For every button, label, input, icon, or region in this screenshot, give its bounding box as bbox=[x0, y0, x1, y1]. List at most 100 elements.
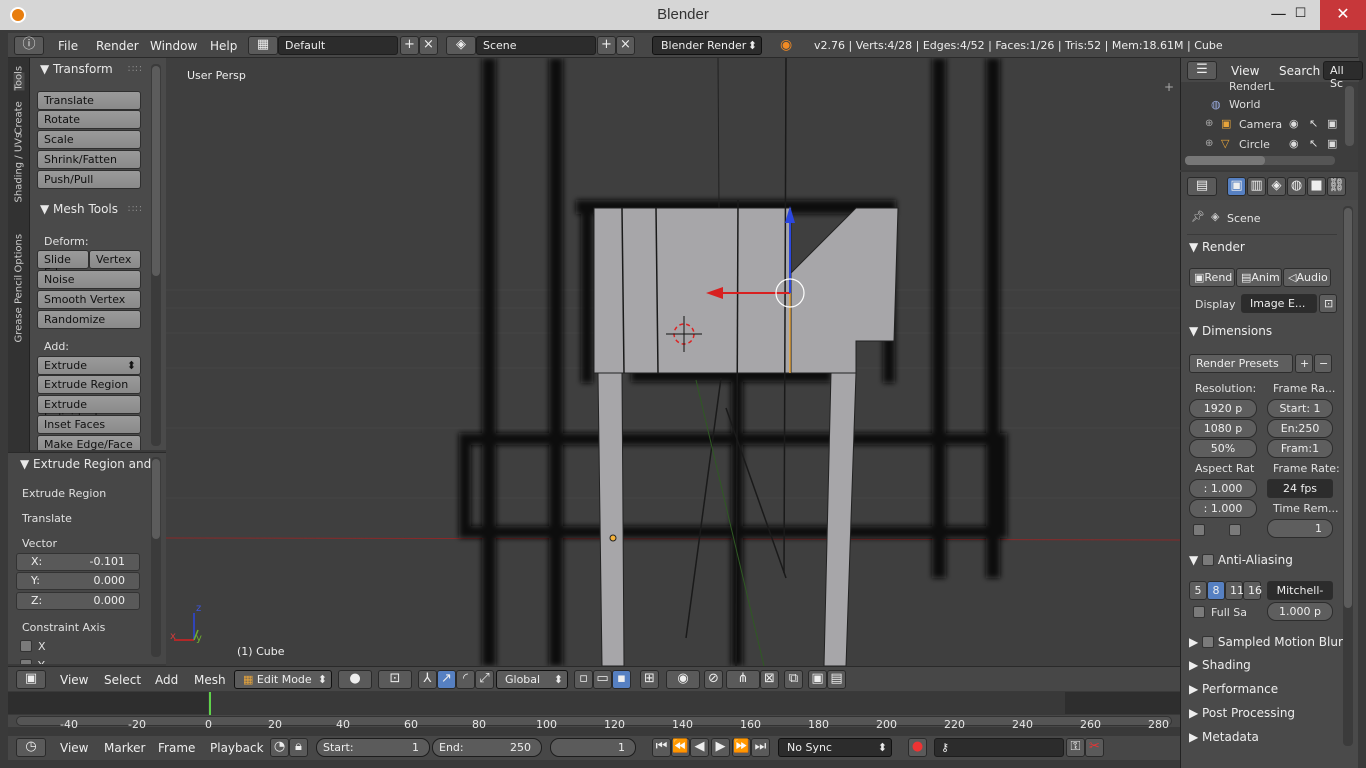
lock-interface-icon[interactable]: ⊡ bbox=[1319, 294, 1337, 313]
constraint-y-checkbox[interactable] bbox=[20, 659, 32, 664]
3d-viewport[interactable]: User Persp (1) Cube z x y + bbox=[166, 58, 1180, 666]
mesh-tools-panel-header[interactable]: ▼ Mesh Tools bbox=[40, 202, 118, 216]
menu-view[interactable]: View bbox=[60, 741, 88, 755]
limit-selection-icon[interactable]: ⊞ bbox=[640, 670, 659, 689]
menu-search[interactable]: Search bbox=[1279, 64, 1320, 78]
snap-toggle-icon[interactable]: ⊘ bbox=[704, 670, 723, 689]
frame-step-field[interactable]: Fram:1 bbox=[1267, 439, 1333, 458]
expand-icon[interactable]: ⊕ bbox=[1205, 138, 1213, 149]
scene-icon[interactable]: ◈ bbox=[446, 36, 476, 55]
menu-frame[interactable]: Frame bbox=[158, 741, 195, 755]
delete-keyframe-icon[interactable]: ✂ bbox=[1085, 738, 1104, 757]
anti-aliasing-panel-header[interactable]: ▼ Anti-Aliasing bbox=[1189, 552, 1293, 567]
copy-icon[interactable]: ⧉ bbox=[784, 670, 803, 689]
vector-x-field[interactable]: X: -0.101 bbox=[16, 553, 140, 571]
render-opengl-icon[interactable]: ▣ bbox=[808, 670, 827, 689]
layout-icon[interactable]: ▦ bbox=[248, 36, 278, 55]
outliner-h-scrollbar[interactable] bbox=[1185, 156, 1335, 165]
add-scene-button[interactable]: + bbox=[597, 36, 616, 55]
preview-range-icon[interactable]: ◔ bbox=[270, 738, 289, 757]
operator-panel-header[interactable]: ▼ Extrude Region and bbox=[20, 457, 151, 471]
translate-button[interactable]: Translate bbox=[37, 91, 141, 110]
randomize-button[interactable]: Randomize bbox=[37, 310, 141, 329]
face-select-icon[interactable]: ▪ bbox=[612, 670, 631, 689]
remove-preset-button[interactable]: − bbox=[1314, 354, 1332, 373]
outliner-item-world[interactable]: World bbox=[1229, 98, 1261, 111]
remove-scene-button[interactable]: × bbox=[616, 36, 635, 55]
render-audio-button[interactable]: ◁Audio bbox=[1283, 268, 1331, 287]
menu-add[interactable]: Add bbox=[155, 673, 178, 687]
render-anim-icon[interactable]: ▤ bbox=[827, 670, 846, 689]
constraint-x-checkbox[interactable] bbox=[20, 640, 32, 652]
render-animation-button[interactable]: ▤Anim bbox=[1236, 268, 1282, 287]
current-frame-field[interactable]: 1 bbox=[550, 738, 636, 757]
slide-edge-button[interactable]: Slide Ed bbox=[37, 250, 89, 279]
vector-y-field[interactable]: Y: 0.000 bbox=[16, 572, 140, 590]
object-tab-icon[interactable]: ■ bbox=[1307, 177, 1326, 196]
aspect-y-field[interactable]: : 1.000 bbox=[1189, 499, 1257, 518]
remove-layout-button[interactable]: × bbox=[419, 36, 438, 55]
menu-render[interactable]: Render bbox=[96, 39, 139, 53]
properties-editor-type-icon[interactable]: ▤ bbox=[1187, 177, 1217, 196]
render-image-button[interactable]: ▣Rend bbox=[1189, 268, 1235, 287]
timeline-editor-type-icon[interactable]: ◷ bbox=[16, 738, 46, 757]
vertex-select-icon[interactable]: ▫ bbox=[574, 670, 593, 689]
jump-next-key-icon[interactable]: ⏩ bbox=[732, 738, 751, 757]
scene-tab-icon[interactable]: ◈ bbox=[1267, 177, 1286, 196]
motion-blur-panel-header[interactable]: ▶ Sampled Motion Blur bbox=[1189, 634, 1343, 649]
outliner-v-scrollbar[interactable] bbox=[1345, 86, 1354, 146]
lock-icon[interactable]: 🔒︎ bbox=[289, 738, 308, 757]
aa-samples-11[interactable]: 11 bbox=[1225, 581, 1244, 600]
display-dropdown[interactable]: Image E... bbox=[1241, 294, 1317, 313]
border-checkbox[interactable] bbox=[1193, 524, 1205, 536]
resolution-y-field[interactable]: 1080 p bbox=[1189, 419, 1257, 438]
snap-target-icon[interactable]: ⊠ bbox=[760, 670, 779, 689]
menu-view[interactable]: View bbox=[1231, 64, 1259, 78]
render-panel-header[interactable]: ▼ Render bbox=[1189, 240, 1245, 254]
render-camera-icon[interactable]: ▣ bbox=[1327, 117, 1337, 130]
filter-size-field[interactable]: 1.000 p bbox=[1267, 602, 1333, 621]
shrink-fatten-button[interactable]: Shrink/Fatten bbox=[37, 150, 141, 169]
manipulator-toggle-icon[interactable]: ⅄ bbox=[418, 670, 437, 689]
outliner-item-renderlayers[interactable]: RenderL bbox=[1229, 80, 1274, 93]
insert-keyframe-icon[interactable]: ⚿ bbox=[1066, 738, 1085, 757]
outliner-item-circle[interactable]: Circle bbox=[1239, 138, 1270, 151]
constraints-tab-icon[interactable]: ⛓ bbox=[1327, 177, 1346, 196]
inset-faces-button[interactable]: Inset Faces bbox=[37, 415, 141, 434]
transform-panel-header[interactable]: ▼ Transform bbox=[40, 62, 113, 76]
smooth-vertex-button[interactable]: Smooth Vertex bbox=[37, 290, 141, 309]
crop-checkbox[interactable] bbox=[1229, 524, 1241, 536]
select-cursor-icon[interactable]: ↖ bbox=[1309, 117, 1318, 130]
world-tab-icon[interactable]: ◍ bbox=[1287, 177, 1306, 196]
make-edge-face-button[interactable]: Make Edge/Face bbox=[37, 435, 141, 450]
snap-element-dropdown[interactable]: ⋔ bbox=[726, 670, 760, 689]
vector-z-field[interactable]: Z: 0.000 bbox=[16, 592, 140, 610]
sync-dropdown[interactable]: No Sync ⬍ bbox=[778, 738, 892, 757]
tab-shading-uvs[interactable]: Shading / UVs bbox=[14, 133, 25, 203]
shading-panel-header[interactable]: ▶ Shading bbox=[1189, 658, 1251, 672]
outliner-filter-dropdown[interactable]: All Sc bbox=[1323, 61, 1363, 90]
render-presets-dropdown[interactable]: Render Presets bbox=[1189, 354, 1293, 373]
menu-window[interactable]: Window bbox=[150, 39, 197, 53]
outliner-item-camera[interactable]: Camera bbox=[1239, 118, 1282, 131]
outliner-editor-type-icon[interactable]: ☰ bbox=[1187, 61, 1217, 80]
operator-panel-scrollbar[interactable] bbox=[151, 457, 161, 657]
visibility-eye-icon[interactable]: ◉ bbox=[1289, 137, 1299, 150]
vertex-slide-button[interactable]: Vertex bbox=[89, 250, 141, 269]
current-frame-marker[interactable] bbox=[209, 692, 211, 716]
properties-toggle-icon[interactable]: + bbox=[1164, 80, 1174, 94]
viewport-scene[interactable] bbox=[166, 58, 1180, 666]
play-reverse-icon[interactable]: ◀ bbox=[690, 738, 709, 757]
extrude-individual-button[interactable]: Extrude Individual bbox=[37, 395, 141, 424]
proportional-edit-dropdown[interactable]: ◉ bbox=[666, 670, 700, 689]
jump-start-icon[interactable]: ⏮ bbox=[652, 738, 671, 757]
aa-samples-8[interactable]: 8 bbox=[1207, 581, 1225, 600]
translate-manipulator-icon[interactable]: ↗ bbox=[437, 670, 456, 689]
end-frame-field[interactable]: End: 250 bbox=[432, 738, 542, 757]
start-frame-field[interactable]: Start: 1 bbox=[316, 738, 430, 757]
jump-prev-key-icon[interactable]: ⏪ bbox=[671, 738, 690, 757]
edge-select-icon[interactable]: ▭ bbox=[593, 670, 612, 689]
full-sample-checkbox[interactable] bbox=[1193, 606, 1205, 618]
layout-field[interactable]: Default bbox=[278, 36, 398, 55]
motion-blur-checkbox[interactable] bbox=[1202, 636, 1215, 648]
